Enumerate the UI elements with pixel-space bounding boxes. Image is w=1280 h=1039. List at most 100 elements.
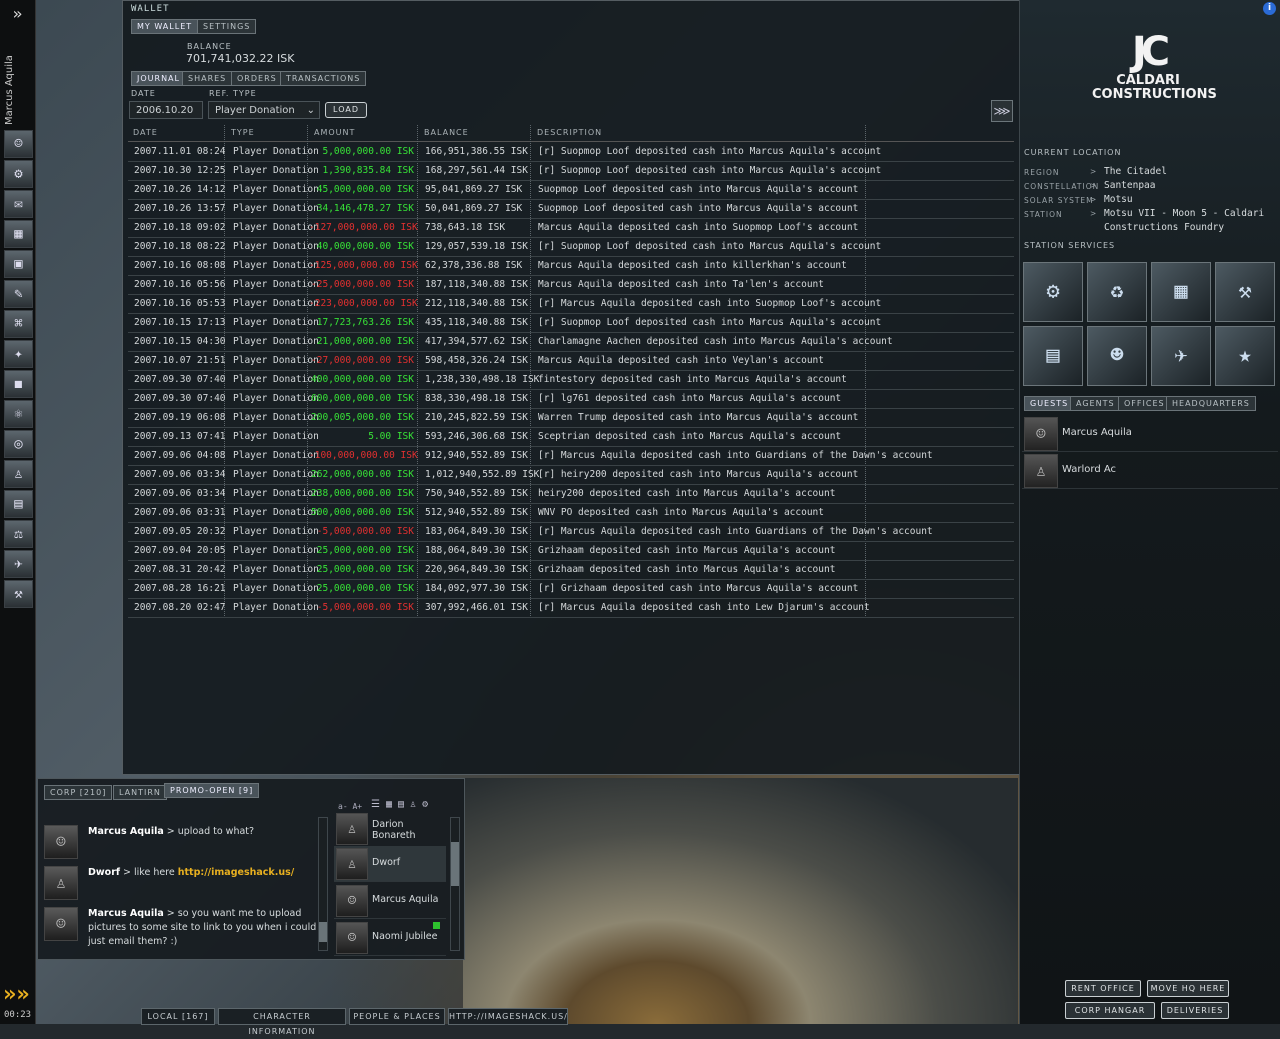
table-row[interactable]: 2007.10.26 14:12 Player Donation 45,000,00… (128, 180, 1014, 200)
members-scrollbar[interactable] (450, 817, 460, 951)
tab-transactions[interactable]: TRANSACTIONS (280, 71, 367, 86)
member-item[interactable]: ♙ Darion Bonareth (334, 811, 446, 847)
mail-icon[interactable]: ✉ (4, 190, 33, 218)
notepad-icon[interactable]: ▦ (4, 220, 33, 248)
neocom-expand-icon[interactable]: » (0, 0, 35, 28)
message-sender[interactable]: Marcus Aquila (88, 826, 164, 837)
table-row[interactable]: 2007.10.16 08:08 Player Donation -125,000,… (128, 256, 1014, 276)
table-row[interactable]: 2007.09.06 03:34 Player Donation 262,000,0… (128, 465, 1014, 485)
tab-guests[interactable]: GUESTS (1024, 396, 1075, 411)
table-row[interactable]: 2007.09.04 20:05 Player Donation 25,000,00… (128, 541, 1014, 561)
tab-headquarters[interactable]: HEADQUARTERS (1166, 396, 1256, 411)
deliveries-button[interactable]: DELIVERIES (1161, 1002, 1229, 1019)
info-icon[interactable]: i (1263, 2, 1276, 15)
journal-icon[interactable]: ✎ (4, 280, 33, 308)
table-row[interactable]: 2007.09.06 03:34 Player Donation 238,000,0… (128, 484, 1014, 504)
col-amount[interactable]: AMOUNT (314, 128, 355, 137)
table-row[interactable]: 2007.09.13 07:41 Player Donation 5.00 ISK 5… (128, 427, 1014, 447)
fitting-icon[interactable]: ♙ (4, 460, 33, 488)
local-chat-button[interactable]: LOCAL [167] (141, 1008, 215, 1025)
wallet-icon[interactable]: ▣ (4, 250, 33, 278)
table-row[interactable]: 2007.10.18 08:22 Player Donation 40,000,00… (128, 237, 1014, 257)
move-hq-button[interactable]: MOVE HQ HERE (1147, 980, 1229, 997)
character-sheet-icon[interactable]: ☺ (4, 130, 33, 158)
reftype-select[interactable]: Player Donation ⌄ (208, 101, 320, 119)
scroll-thumb[interactable] (451, 842, 459, 886)
table-row[interactable]: 2007.08.31 20:42 Player Donation 25,000,00… (128, 560, 1014, 580)
medical-icon[interactable]: ★ (1215, 326, 1275, 386)
view-mode-icons[interactable]: ☰ ▦ ▤ ♙ ⚙ (371, 799, 428, 810)
ships-icon[interactable]: ✈ (4, 550, 33, 578)
table-row[interactable]: 2007.09.05 20:32 Player Donation -5,000,00… (128, 522, 1014, 542)
message-sender[interactable]: Marcus Aquila (88, 908, 164, 919)
col-date[interactable]: DATE (133, 128, 158, 137)
help-icon[interactable]: ◎ (4, 430, 33, 458)
location-value[interactable]: Motsu (1104, 194, 1133, 205)
tab-corp-chat[interactable]: CORP [210] (44, 785, 113, 800)
tab-orders[interactable]: ORDERS (231, 71, 283, 86)
message-sender[interactable]: Dworf (88, 867, 120, 878)
assets-icon[interactable]: ◼ (4, 370, 33, 398)
col-balance[interactable]: BALANCE (424, 128, 469, 137)
people-places-icon[interactable]: ⚙ (4, 160, 33, 188)
date-filter-input[interactable]: 2006.10.20 (129, 101, 203, 119)
tab-journal[interactable]: JOURNAL (131, 71, 186, 86)
table-row[interactable]: 2007.09.30 07:40 Player Donation 400,000,0… (128, 370, 1014, 390)
contracts-icon[interactable]: ▤ (4, 490, 33, 518)
tab-shares[interactable]: SHARES (182, 71, 233, 86)
table-row[interactable]: 2007.09.06 03:31 Player Donation 500,000,0… (128, 503, 1014, 523)
tab-lantirn[interactable]: LANTIRN (113, 785, 167, 800)
table-row[interactable]: 2007.10.15 17:13 Player Donation 17,723,76… (128, 313, 1014, 333)
font-size-controls[interactable]: a- A+ (338, 802, 362, 811)
table-row[interactable]: 2007.08.20 02:47 Player Donation -5,000,00… (128, 598, 1014, 618)
imageshack-link-button[interactable]: HTTP://IMAGESHACK.US/ (448, 1008, 568, 1025)
table-row[interactable]: 2007.10.15 04:30 Player Donation 21,000,00… (128, 332, 1014, 352)
tab-offices[interactable]: OFFICES (1118, 396, 1171, 411)
tab-my-wallet[interactable]: MY WALLET (131, 19, 199, 34)
col-type[interactable]: TYPE (231, 128, 255, 137)
map-icon[interactable]: ⌘ (4, 310, 33, 338)
expand-arrows-icon[interactable]: »» (3, 982, 30, 1007)
table-row[interactable]: 2007.10.26 13:57 Player Donation 34,146,47… (128, 199, 1014, 219)
ship-hangar-icon[interactable]: ✈ (1151, 326, 1211, 386)
scroll-thumb[interactable] (319, 922, 327, 942)
location-value[interactable]: Motsu VII - Moon 5 - Caldari (1104, 208, 1264, 219)
col-description[interactable]: DESCRIPTION (537, 128, 602, 137)
table-row[interactable]: 2007.10.07 21:51 Player Donation -27,000,0… (128, 351, 1014, 371)
starmap-icon[interactable]: ✦ (4, 340, 33, 368)
expand-options-icon[interactable]: ⋙ (991, 100, 1013, 122)
science-icon[interactable]: ⚛ (4, 400, 33, 428)
character-info-button[interactable]: CHARACTER INFORMATION (218, 1008, 346, 1036)
table-row[interactable]: 2007.08.28 16:21 Player Donation 25,000,00… (128, 579, 1014, 599)
table-row[interactable]: 2007.10.16 05:53 Player Donation -223,000,… (128, 294, 1014, 314)
table-row[interactable]: 2007.10.30 12:25 Player Donation 1,390,835… (128, 161, 1014, 181)
table-row[interactable]: 2007.09.19 06:08 Player Donation 200,005,0… (128, 408, 1014, 428)
market-icon[interactable]: ▦ (1151, 262, 1211, 322)
table-row[interactable]: 2007.09.06 04:08 Player Donation -100,000,… (128, 446, 1014, 466)
table-row[interactable]: 2007.10.16 05:56 Player Donation -25,000,0… (128, 275, 1014, 295)
fitting-icon[interactable]: ⚒ (1215, 262, 1275, 322)
member-item[interactable]: ♙ Dworf (334, 846, 446, 882)
message-link[interactable]: http://imageshack.us/ (178, 867, 294, 878)
location-value[interactable]: The Citadel (1104, 166, 1167, 177)
corp-hangar-button[interactable]: CORP HANGAR (1065, 1002, 1155, 1019)
location-value[interactable]: Santenpaa (1104, 180, 1155, 191)
table-row[interactable]: 2007.09.30 07:40 Player Donation 600,000,0… (128, 389, 1014, 409)
station-name-line2[interactable]: Constructions Foundry (1104, 222, 1224, 233)
bounty-office-icon[interactable]: ☻ (1087, 326, 1147, 386)
guest-item[interactable]: ♙ Warlord Ac (1022, 453, 1278, 489)
factory-icon[interactable]: ▤ (1023, 326, 1083, 386)
neocom-character-name[interactable]: Marcus Aquila (4, 40, 22, 125)
load-button[interactable]: LOAD (325, 102, 367, 118)
tab-promo-open[interactable]: PROMO-OPEN [9] (164, 783, 260, 798)
messages-scrollbar[interactable] (318, 817, 328, 951)
repair-shop-icon[interactable]: ⚙ (1023, 262, 1083, 322)
member-item[interactable]: ☺ Marcus Aquila (334, 883, 446, 919)
member-item[interactable]: ☺ Naomi Jubilee (334, 920, 446, 956)
industry-icon[interactable]: ⚒ (4, 580, 33, 608)
table-row[interactable]: 2007.11.01 08:24 Player Donation 5,000,000… (128, 142, 1014, 162)
guest-item[interactable]: ☺ Marcus Aquila (1022, 416, 1278, 452)
people-places-button[interactable]: PEOPLE & PLACES (349, 1008, 445, 1025)
tab-agents[interactable]: AGENTS (1070, 396, 1121, 411)
market-icon[interactable]: ⚖ (4, 520, 33, 548)
